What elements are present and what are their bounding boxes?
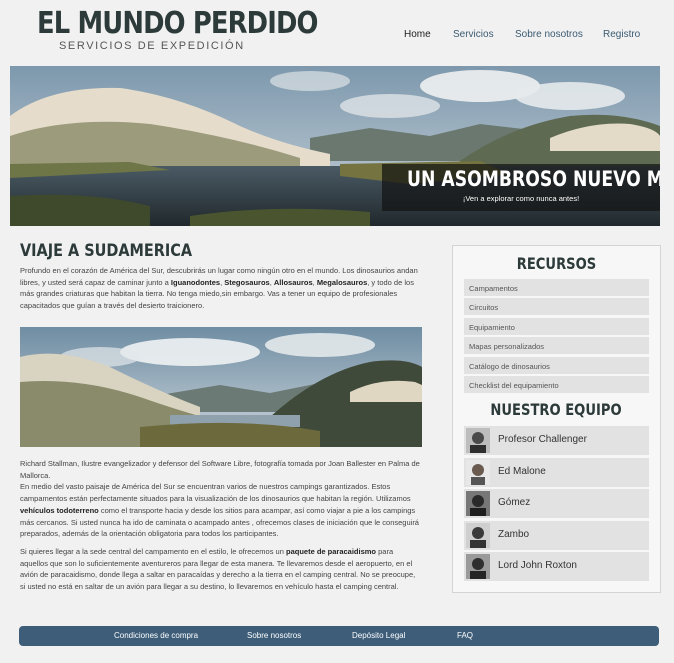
nav-item-sobre-nosotros[interactable]: Sobre nosotros (515, 29, 583, 40)
resource-item-equipamiento[interactable]: Equipamiento (464, 318, 649, 335)
resource-item-campamentos[interactable]: Campamentos (464, 279, 649, 296)
nav-item-home[interactable]: Home (404, 29, 431, 40)
resource-item-catalogo[interactable]: Catálogo de dinosaurios (464, 357, 649, 374)
avatar (466, 523, 490, 548)
nav-item-registro[interactable]: Registro (603, 29, 640, 40)
team-member-name: Zambo (498, 529, 530, 540)
resource-item-mapas[interactable]: Mapas personalizados (464, 337, 649, 354)
team-member[interactable]: Lord John Roxton (464, 552, 649, 581)
team-member[interactable]: Gómez (464, 489, 649, 518)
team-member[interactable]: Ed Malone (464, 458, 649, 487)
intro-paragraph: Profundo en el corazón de América del Su… (20, 266, 418, 311)
avatar (466, 460, 490, 485)
avatar (466, 491, 490, 516)
team-member-name: Profesor Challenger (498, 434, 587, 445)
hero-title: UN ASOMBROSO NUEVO MUNDO (407, 167, 660, 191)
resource-item-checklist[interactable]: Checklist del equipamiento (464, 376, 649, 393)
site-header: EL MUNDO PERDIDO SERVICIOS DE EXPEDICIÓN… (0, 0, 674, 62)
footer-link-deposito-legal[interactable]: Depósito Legal (352, 631, 405, 640)
page-title: VIAJE A SUDAMERICA (20, 241, 193, 261)
team-member-name: Ed Malone (498, 466, 546, 477)
hero-caption: UN ASOMBROSO NUEVO MUNDO ¡Ven a explorar… (382, 164, 660, 211)
team-member-name: Lord John Roxton (498, 560, 577, 571)
landscape-photo-image (20, 327, 422, 447)
team-member[interactable]: Zambo (464, 521, 649, 550)
avatar (466, 554, 490, 579)
resources-title: RECURSOS (516, 254, 597, 273)
hero-subtitle: ¡Ven a explorar como nunca antes! (462, 194, 580, 203)
landscape-photo (20, 327, 422, 447)
skydiving-paragraph: Si quieres llegar a la sede central del … (20, 546, 416, 592)
main-nav: Home Servicios Sobre nosotros Registro (0, 29, 674, 43)
team-title: NUESTRO EQUIPO (490, 400, 623, 419)
main-content: VIAJE A SUDAMERICA Profundo en el corazó… (20, 241, 425, 591)
footer-link-sobre-nosotros[interactable]: Sobre nosotros (247, 631, 301, 640)
hero-banner: UN ASOMBROSO NUEVO MUNDO ¡Ven a explorar… (10, 66, 660, 226)
footer-link-faq[interactable]: FAQ (457, 631, 473, 640)
footer-link-condiciones[interactable]: Condiciones de compra (114, 631, 198, 640)
avatar (466, 428, 490, 453)
team-member[interactable]: Profesor Challenger (464, 426, 649, 455)
caption-paragraph: Richard Stallman, Ilustre evangelizador … (20, 459, 420, 539)
team-member-name: Gómez (498, 497, 531, 508)
resource-item-circuitos[interactable]: Circuitos (464, 298, 649, 315)
nav-item-servicios[interactable]: Servicios (453, 29, 494, 40)
sidebar: RECURSOS Campamentos Circuitos Equipamie… (452, 245, 661, 593)
footer-bar: Condiciones de compra Sobre nosotros Dep… (19, 626, 659, 646)
